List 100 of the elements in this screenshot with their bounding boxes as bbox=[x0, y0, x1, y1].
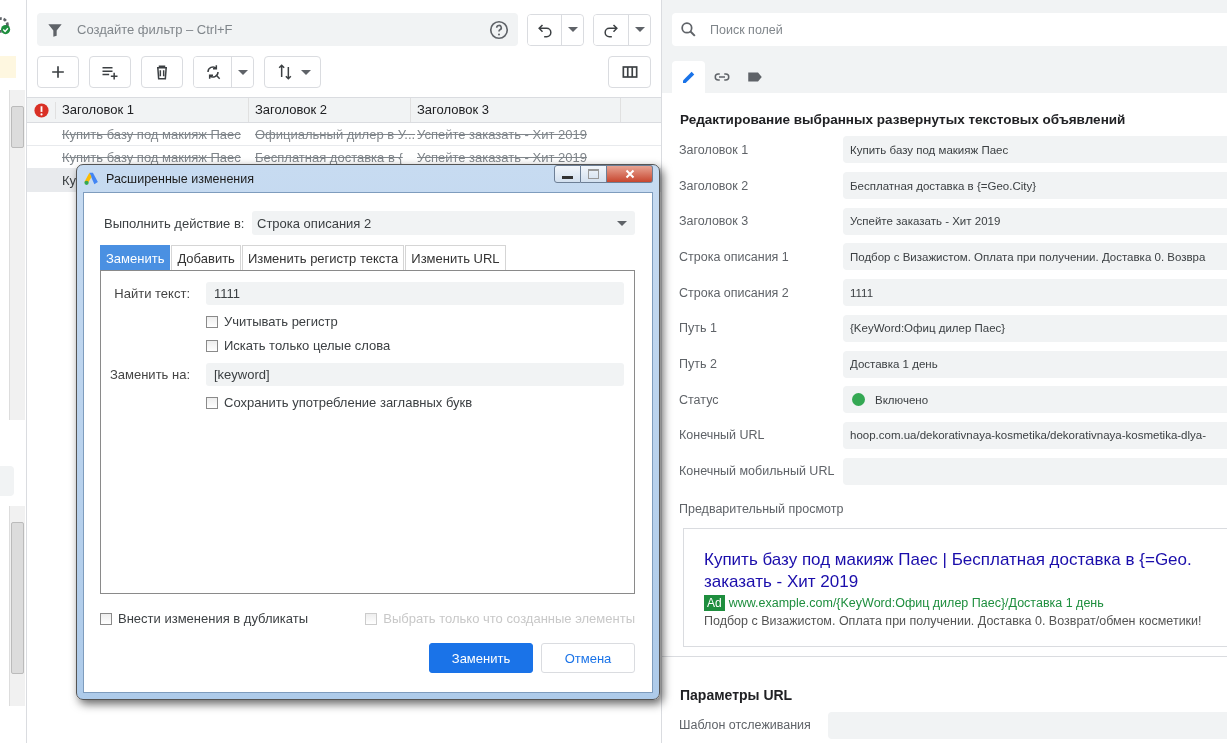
ad-url: www.example.com/{KeyWord:Офиц дилер Паес}/Доставка 1 день bbox=[728, 596, 1104, 611]
field-value: [keyword] bbox=[214, 367, 270, 382]
replace-menu-button[interactable] bbox=[231, 57, 253, 87]
scrollbar[interactable] bbox=[9, 90, 25, 420]
editor-tab[interactable] bbox=[672, 61, 705, 93]
column-header[interactable]: Заголовок 3 bbox=[411, 98, 621, 122]
field-label: Строка описания 1 bbox=[678, 249, 790, 264]
dialog-title: Расширенные изменения bbox=[106, 171, 256, 186]
input-field[interactable]: 1111 bbox=[843, 279, 1227, 307]
checkbox-label: Внести изменения в дубликаты bbox=[118, 611, 308, 626]
close-icon bbox=[623, 168, 636, 180]
app-logo-icon bbox=[83, 170, 100, 187]
field-label: Конечный мобильный URL bbox=[678, 464, 836, 479]
input-field[interactable]: 1111 bbox=[206, 282, 624, 305]
caret-icon bbox=[617, 220, 627, 226]
status-dot bbox=[852, 393, 865, 407]
ad-title[interactable]: заказать - Хит 2019 bbox=[704, 571, 1227, 594]
maximize-icon bbox=[588, 169, 599, 179]
filter-placeholder: Создайте фильтр – Ctrl+F bbox=[77, 22, 234, 37]
close-button[interactable] bbox=[607, 165, 653, 183]
field-value: 1111 bbox=[214, 286, 241, 301]
column-header[interactable]: Заголовок 1 bbox=[56, 98, 249, 122]
field-label: Статус bbox=[678, 392, 720, 407]
checkbox[interactable] bbox=[206, 396, 218, 409]
field-value: Купить базу под макияж Паес bbox=[850, 143, 1009, 156]
search-field[interactable]: Поиск полей bbox=[672, 13, 1227, 46]
table-cell: Купить базу под макияж Паес bbox=[62, 126, 241, 142]
input-field[interactable]: [keyword] bbox=[206, 363, 624, 386]
scrollbar[interactable] bbox=[9, 506, 25, 706]
field-label: Конечный URL bbox=[678, 428, 766, 443]
section-title: Параметры URL bbox=[679, 686, 794, 704]
field-label: Путь 1 bbox=[678, 321, 718, 336]
checkbox[interactable] bbox=[206, 315, 218, 328]
add-rows-button[interactable] bbox=[89, 56, 131, 88]
table-cell: Официальный дилер в У... bbox=[255, 126, 416, 142]
caret-icon bbox=[237, 69, 248, 75]
error-icon bbox=[32, 101, 50, 119]
section-title: Редактирование выбранных развернутых текстовых объявлений bbox=[679, 111, 1127, 129]
sort-button[interactable] bbox=[264, 56, 321, 88]
table-cell: Ку bbox=[62, 172, 77, 188]
field-label: Заголовок 2 bbox=[678, 178, 750, 193]
caret-icon bbox=[300, 69, 311, 75]
checkbox-label: Учитывать регистр bbox=[224, 314, 338, 329]
input-field[interactable]: Купить базу под макияж Паес bbox=[843, 136, 1227, 164]
minimize-icon bbox=[562, 175, 573, 179]
input-field[interactable]: Успейте заказать - Хит 2019 bbox=[843, 207, 1227, 235]
field-label: Выполнить действие в: bbox=[103, 215, 246, 231]
field-value: Доставка 1 день bbox=[850, 358, 938, 371]
field-value: Бесплатная доставка в {=Geo.City} bbox=[850, 179, 1037, 192]
dialog-button[interactable]: Заменить bbox=[429, 643, 533, 673]
redo-menu-button[interactable] bbox=[628, 14, 650, 45]
tab[interactable]: Добавить bbox=[171, 245, 241, 270]
maximize-button[interactable] bbox=[581, 165, 607, 183]
checkbox[interactable] bbox=[100, 612, 112, 625]
add-button[interactable] bbox=[37, 56, 79, 88]
ad-title[interactable]: Купить базу под макияж Паес | Бесплатная доставка в {=Geo. bbox=[704, 549, 1227, 572]
field-label: Путь 2 bbox=[678, 357, 718, 372]
columns-button[interactable] bbox=[608, 56, 651, 88]
field-value: {KeyWord:Офиц дилер Паес} bbox=[850, 322, 1006, 335]
ad-badge: Ad bbox=[704, 595, 725, 612]
field-label: Найти текст: bbox=[113, 286, 191, 301]
checkbox-label: Сохранить употребление заглавных букв bbox=[224, 395, 473, 410]
preview-label: Предварительный просмотр bbox=[678, 501, 845, 517]
dropdown-value: Строка описания 2 bbox=[257, 215, 373, 231]
field-label: Заголовок 1 bbox=[678, 142, 750, 157]
field-value: 1111 bbox=[850, 286, 874, 299]
table-cell: Успейте заказать - Хит 2019 bbox=[417, 126, 587, 142]
table-cell: Купить базу под макияж Паес bbox=[62, 149, 241, 165]
dropdown[interactable]: Строка описания 2 bbox=[252, 211, 635, 235]
tab[interactable]: Изменить URL bbox=[405, 245, 506, 270]
checkbox[interactable] bbox=[206, 339, 218, 352]
field-label: Заголовок 3 bbox=[678, 214, 750, 229]
input-field[interactable]: {KeyWord:Офиц дилер Паес} bbox=[843, 314, 1227, 342]
filter-field[interactable]: Создайте фильтр – Ctrl+F bbox=[37, 13, 519, 46]
field-value: Подбор с Визажистом. Оплата при получении. Доставка 0. Возвра bbox=[850, 250, 1206, 263]
field-label: Строка описания 2 bbox=[678, 285, 790, 300]
field-value: Успейте заказать - Хит 2019 bbox=[850, 215, 1001, 228]
caret-icon bbox=[567, 27, 578, 32]
search-placeholder: Поиск полей bbox=[710, 22, 783, 37]
column-header[interactable]: Заголовок 2 bbox=[249, 98, 411, 122]
undo-menu-button[interactable] bbox=[561, 14, 584, 45]
input-field[interactable]: Включено bbox=[843, 386, 1227, 414]
delete-button[interactable] bbox=[141, 56, 183, 88]
help-icon[interactable] bbox=[488, 18, 511, 41]
input-field[interactable]: hoop.com.ua/dekorativnaya-kosmetika/dekorativnaya-kosmetika-dlya- bbox=[843, 421, 1227, 449]
ad-description: Подбор с Визажистом. Оплата при получении. Доставка 0. Возврат/обмен косметики! bbox=[704, 614, 1203, 629]
tab[interactable]: Изменить регистр текста bbox=[241, 245, 405, 270]
input-field[interactable]: Бесплатная доставка в {=Geo.City} bbox=[843, 172, 1227, 200]
input-field[interactable]: Подбор с Визажистом. Оплата при получении. Доставка 0. Возвра bbox=[843, 243, 1227, 271]
status-text: Включено bbox=[875, 393, 929, 406]
dialog-button[interactable]: Отмена bbox=[541, 643, 635, 673]
input-field[interactable]: Доставка 1 день bbox=[843, 350, 1227, 378]
checkbox-label: Искать только целые слова bbox=[224, 338, 391, 353]
field-value: hoop.com.ua/dekorativnaya-kosmetika/dekorativnaya-kosmetika-dlya- bbox=[850, 429, 1207, 442]
field-label: Заменить на: bbox=[108, 367, 191, 382]
caret-icon bbox=[634, 27, 645, 32]
minimize-button[interactable] bbox=[554, 165, 581, 183]
search-icon bbox=[679, 20, 698, 39]
table-cell: Успейте заказать - Хит 2019 bbox=[417, 149, 587, 165]
field-label: Шаблон отслеживания bbox=[678, 718, 812, 733]
